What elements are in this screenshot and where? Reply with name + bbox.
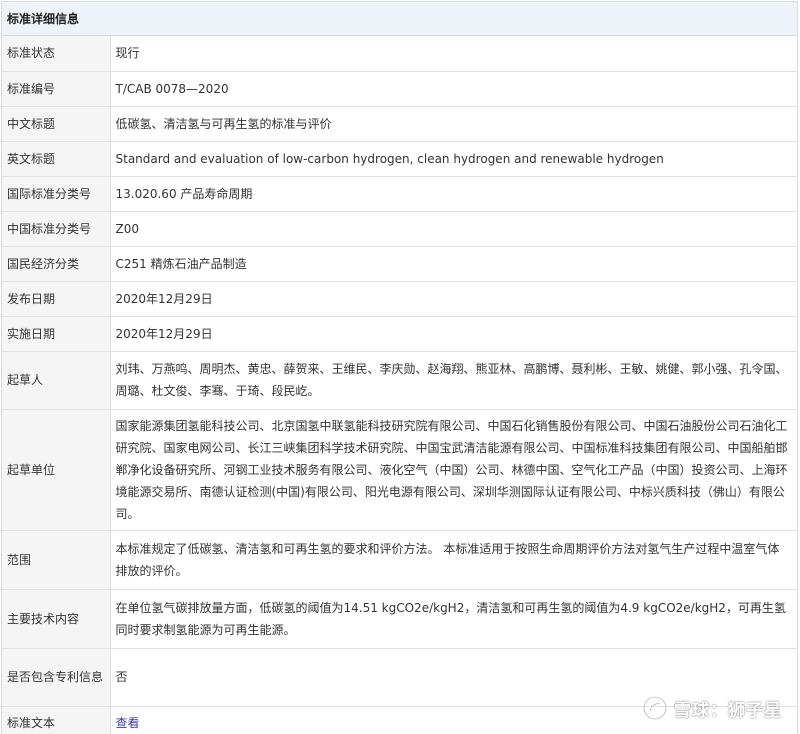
row-value: 本标准规定了低碳氢、清洁氢和可再生氢的要求和评价方法。 本标准适用于按照生命周期… xyxy=(110,530,797,590)
snowball-logo-icon xyxy=(642,695,668,721)
row-ccs: 中国标准分类号 Z00 xyxy=(2,211,797,247)
row-value: 现行 xyxy=(110,36,797,72)
row-english-title: 英文标题 Standard and evaluation of low-carb… xyxy=(2,141,797,177)
row-value: Standard and evaluation of low-carbon hy… xyxy=(110,141,797,177)
row-drafters: 起草人 刘玮、万燕鸣、周明杰、黄忠、薛贺来、王维民、李庆勋、赵海翔、熊亚林、高鹏… xyxy=(2,351,797,410)
row-label: 主要技术内容 xyxy=(2,589,111,649)
row-label: 英文标题 xyxy=(2,141,111,177)
row-label: 实施日期 xyxy=(2,316,111,352)
row-label: 标准状态 xyxy=(2,36,111,72)
row-value: 2020年12月29日 xyxy=(110,316,797,352)
row-drafting-units: 起草单位 国家能源集团氢能科技公司、北京国氢中联氢能科技研究院有限公司、中国石化… xyxy=(2,409,797,531)
row-status: 标准状态 现行 xyxy=(2,36,797,72)
row-label: 中文标题 xyxy=(2,106,111,142)
row-value: 13.020.60 产品寿命周期 xyxy=(110,176,797,212)
row-value: 国家能源集团氢能科技公司、北京国氢中联氢能科技研究院有限公司、中国石化销售股份有… xyxy=(110,409,797,531)
row-label: 中国标准分类号 xyxy=(2,211,111,247)
row-value: C251 精炼石油产品制造 xyxy=(110,246,797,282)
row-publish-date: 发布日期 2020年12月29日 xyxy=(2,281,797,317)
row-label: 国民经济分类 xyxy=(2,246,111,282)
row-value: 2020年12月29日 xyxy=(110,281,797,317)
row-label: 发布日期 xyxy=(2,281,111,317)
row-value: T/CAB 0078—2020 xyxy=(110,71,797,107)
row-label: 范围 xyxy=(2,530,111,590)
row-label: 起草单位 xyxy=(2,409,111,531)
row-label: 是否包含专利信息 xyxy=(2,648,111,707)
row-tech-content: 主要技术内容 在单位氢气碳排放量方面，低碳氢的阈值为14.51 kgCO2e/k… xyxy=(2,589,797,649)
row-chinese-title: 中文标题 低碳氢、清洁氢与可再生氢的标准与评价 xyxy=(2,106,797,142)
watermark: 雪球：狮子星 xyxy=(642,695,782,721)
row-effective-date: 实施日期 2020年12月29日 xyxy=(2,316,797,352)
row-value: Z00 xyxy=(110,211,797,247)
standard-detail-panel: 标准详细信息 标准状态 现行 标准编号 T/CAB 0078—2020 中文标题… xyxy=(1,1,798,734)
row-number: 标准编号 T/CAB 0078—2020 xyxy=(2,71,797,107)
view-text-link[interactable]: 查看 xyxy=(116,716,140,730)
row-label: 标准文本 xyxy=(2,706,111,734)
row-value: 刘玮、万燕鸣、周明杰、黄忠、薛贺来、王维民、李庆勋、赵海翔、熊亚林、高鹏博、聂利… xyxy=(110,351,797,410)
row-scope: 范围 本标准规定了低碳氢、清洁氢和可再生氢的要求和评价方法。 本标准适用于按照生… xyxy=(2,530,797,590)
panel-title: 标准详细信息 xyxy=(2,2,797,36)
row-economy-class: 国民经济分类 C251 精炼石油产品制造 xyxy=(2,246,797,282)
row-label: 起草人 xyxy=(2,351,111,410)
watermark-text: 雪球：狮子星 xyxy=(674,700,782,721)
row-label: 标准编号 xyxy=(2,71,111,107)
row-value: 在单位氢气碳排放量方面，低碳氢的阈值为14.51 kgCO2e/kgH2，清洁氢… xyxy=(110,589,797,649)
row-value: 低碳氢、清洁氢与可再生氢的标准与评价 xyxy=(110,106,797,142)
row-ics: 国际标准分类号 13.020.60 产品寿命周期 xyxy=(2,176,797,212)
row-label: 国际标准分类号 xyxy=(2,176,111,212)
standard-info-table: 标准状态 现行 标准编号 T/CAB 0078—2020 中文标题 低碳氢、清洁… xyxy=(2,36,797,734)
